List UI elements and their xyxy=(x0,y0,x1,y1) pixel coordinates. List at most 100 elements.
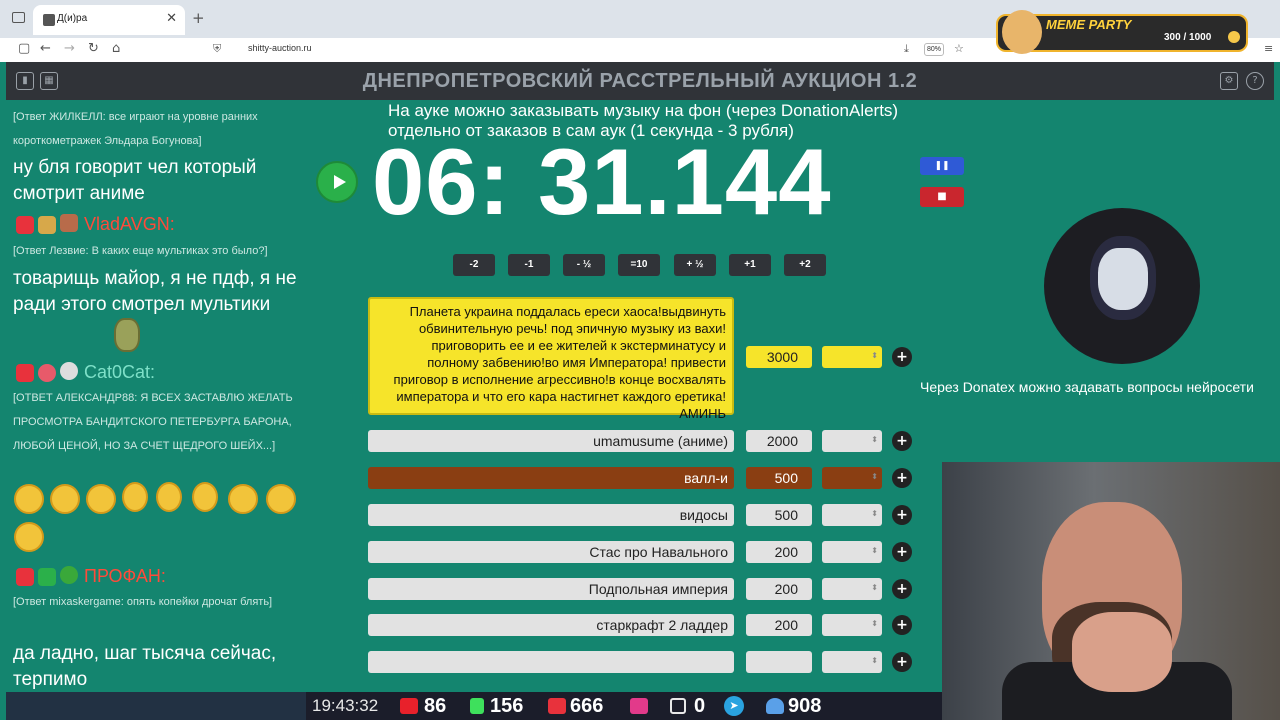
lot-amount[interactable]: 200 xyxy=(746,541,812,563)
live-badge-icon xyxy=(16,568,34,586)
reload-icon[interactable]: ↻ xyxy=(88,41,99,56)
avatar-badge-icon xyxy=(60,362,78,380)
coin-emote-icon xyxy=(14,484,44,514)
chat-reply-quote: [Ответ Лезвие: В каких еще мультиках это… xyxy=(13,245,268,257)
chat-reply-quote: [Ответ Александр88: Я ВСЕХ ЗАСТАВЛЮ ЖЕЛА… xyxy=(13,392,293,452)
pause-button[interactable]: ❚❚ xyxy=(920,157,964,175)
zoom-level[interactable]: 80% xyxy=(924,43,944,56)
lot-add-button[interactable]: + xyxy=(892,579,912,599)
green-badge-icon xyxy=(38,568,56,586)
coin-emote-icon xyxy=(192,482,218,512)
live-badge-icon xyxy=(16,364,34,382)
gift-badge-icon xyxy=(38,364,56,382)
lot-amount[interactable]: 200 xyxy=(746,614,812,636)
youtube-viewers: 86 xyxy=(424,695,447,717)
meme-party-logo: MEME PARTY xyxy=(1046,17,1132,32)
lot-name[interactable]: валл-и xyxy=(368,467,734,489)
live-badge-icon xyxy=(16,216,34,234)
sidebar-toggle-icon[interactable] xyxy=(12,12,25,23)
menu-icon[interactable]: ≡ xyxy=(1264,42,1273,55)
vk-live-icon xyxy=(548,698,566,714)
lot-name[interactable]: Подпольная империя xyxy=(368,578,734,600)
chat-footer-strip xyxy=(6,692,306,720)
stream-chat: [Ответ ЖИЛКЕЛЛ: все играют на уровне ран… xyxy=(6,100,312,692)
shield-icon[interactable]: ⛨ xyxy=(213,42,221,56)
browser-tab-active[interactable]: Д(и)ра ✕ xyxy=(33,5,185,35)
lot-add-amount-input[interactable] xyxy=(822,541,882,563)
lot-add-amount-input[interactable] xyxy=(822,430,882,452)
lot-add-button[interactable]: + xyxy=(892,431,912,451)
kick-viewers: 156 xyxy=(490,695,524,717)
lot-add-button[interactable]: + xyxy=(892,347,912,367)
play-button[interactable] xyxy=(316,161,358,203)
time-adjust-button[interactable]: -1 xyxy=(508,254,550,276)
time-adjust-button[interactable]: +2 xyxy=(784,254,826,276)
help-icon[interactable]: ? xyxy=(1246,72,1264,90)
lot-name[interactable] xyxy=(368,651,734,673)
webcam-feed xyxy=(942,462,1280,720)
chat-message-text: да ладно, шаг тысяча сейчас, терпимо xyxy=(13,643,277,690)
chat-username[interactable]: VladAVGN: xyxy=(84,214,175,235)
lot-add-amount-input[interactable] xyxy=(822,346,882,368)
meme-party-widget: MEME PARTY 300 / 1000 xyxy=(996,10,1248,54)
lot-name[interactable]: видосы xyxy=(368,504,734,526)
lot-add-button[interactable]: + xyxy=(892,505,912,525)
back-icon[interactable]: ← xyxy=(40,41,51,56)
lot-amount[interactable]: 3000 xyxy=(746,346,812,368)
download-icon[interactable]: ⤓ xyxy=(904,42,909,56)
chat-username[interactable]: ПРОФАН: xyxy=(84,566,166,587)
tab-close-icon[interactable]: ✕ xyxy=(166,11,177,26)
chat-username[interactable]: Cat0Cat: xyxy=(84,362,155,383)
lot-add-amount-input[interactable] xyxy=(822,467,882,489)
coin-emote-icon xyxy=(266,484,296,514)
tab-list-icon[interactable]: ▢ xyxy=(18,41,30,56)
lot-add-button[interactable]: + xyxy=(892,542,912,562)
page-title: ДНЕПРОПЕТРОВСКИЙ РАССТРЕЛЬНЫЙ АУКЦИОН 1.… xyxy=(362,70,918,92)
home-icon[interactable]: ⌂ xyxy=(112,41,120,56)
settings-icon[interactable]: ⚙ xyxy=(1220,72,1238,90)
lot-add-amount-input[interactable] xyxy=(822,578,882,600)
coin-emote-icon xyxy=(156,482,182,512)
chat-message-text: товарищь майор, я не пдф, я не ради этог… xyxy=(13,268,297,315)
lot-amount[interactable]: 2000 xyxy=(746,430,812,452)
lot-name[interactable]: Планета украина поддалась ереси хаоса!вы… xyxy=(368,297,734,421)
avatar-badge-icon xyxy=(60,214,78,232)
lot-amount[interactable]: 200 xyxy=(746,578,812,600)
lot-amount[interactable] xyxy=(746,651,812,673)
time-adjust-button[interactable]: =10 xyxy=(618,254,660,276)
lot-add-amount-input[interactable] xyxy=(822,504,882,526)
new-tab-icon[interactable]: + xyxy=(192,9,205,27)
lot-name[interactable]: старкрафт 2 ладдер xyxy=(368,614,734,636)
lot-add-button[interactable]: + xyxy=(892,468,912,488)
stop-button[interactable]: ■ xyxy=(920,187,964,207)
coin-icon xyxy=(1228,31,1240,43)
doge-icon xyxy=(1002,10,1042,54)
coin-emote-icon xyxy=(122,482,148,512)
bookmark-star-icon[interactable]: ☆ xyxy=(954,42,964,55)
donatex-notice: Через Donatex можно задавать вопросы ней… xyxy=(920,379,1254,395)
coin-emote-icon xyxy=(50,484,80,514)
viewers-icon xyxy=(766,698,784,714)
vk-live-viewers: 666 xyxy=(570,695,604,717)
url-field[interactable]: shitty-auction.ru xyxy=(248,43,312,53)
lot-amount[interactable]: 500 xyxy=(746,504,812,526)
streamer-hands xyxy=(1072,612,1172,692)
stream-clock: 19:43:32 xyxy=(312,696,379,715)
lot-add-amount-input[interactable] xyxy=(822,651,882,673)
forward-icon[interactable]: → xyxy=(64,41,75,56)
lot-name[interactable]: umamusume (аниме) xyxy=(368,430,734,452)
lot-name[interactable]: Стас про Навального xyxy=(368,541,734,563)
lot-amount[interactable]: 500 xyxy=(746,467,812,489)
lot-add-amount-input[interactable] xyxy=(822,614,882,636)
time-adjust-button[interactable]: +1 xyxy=(729,254,771,276)
vk-video-icon xyxy=(630,698,648,714)
lot-add-button[interactable]: + xyxy=(892,615,912,635)
time-adjust-button[interactable]: - ½ xyxy=(563,254,605,276)
chat-message-text: ну бля говорит чел который смотрит аниме xyxy=(13,157,257,204)
coin-emote-icon xyxy=(228,484,258,514)
time-adjust-button[interactable]: + ½ xyxy=(674,254,716,276)
anime-avatar xyxy=(1044,208,1200,364)
time-adjust-button[interactable]: -2 xyxy=(453,254,495,276)
coin-emote-icon xyxy=(86,484,116,514)
lot-add-button[interactable]: + xyxy=(892,652,912,672)
